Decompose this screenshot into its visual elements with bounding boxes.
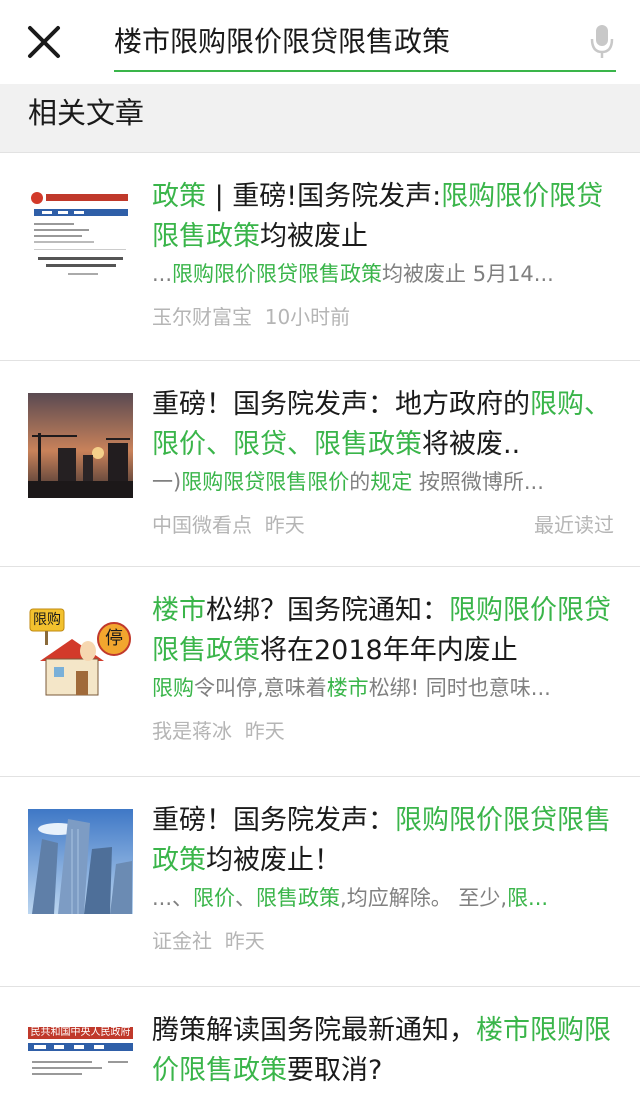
- text-segment: 、: [235, 886, 257, 910]
- text-segment: 重磅！国务院发声：地方政府的: [152, 389, 530, 420]
- highlighted-text: 限购限贷限售限价: [181, 470, 350, 494]
- thumb-sign-text: 限购: [33, 612, 61, 628]
- text-segment: ,均应解除。 至少,: [340, 886, 508, 910]
- list-item[interactable]: 重磅！国务院发声：限购限价限贷限售政策均被废止！ ...、限价、限售政策,均应解…: [0, 776, 640, 987]
- microphone-icon[interactable]: [590, 24, 614, 60]
- highlighted-text: 限...: [507, 886, 549, 910]
- highlighted-text: 楼市: [152, 595, 206, 626]
- text-segment: 重磅！国务院发声：: [152, 805, 395, 836]
- article-title[interactable]: 腾策解读国务院最新通知，楼市限购限价限售政策要取消?: [152, 1011, 614, 1091]
- article-title[interactable]: 楼市松绑？国务院通知：限购限价限贷限售政策将在2018年年内废止: [152, 591, 614, 671]
- thumb-banner-text: 民共和国中央人民政府: [30, 1027, 131, 1038]
- text-segment: 将被废..: [422, 429, 521, 460]
- text-segment: ...、: [152, 886, 194, 910]
- article-thumbnail: 民共和国中央人民政府: [28, 1019, 133, 1094]
- highlighted-text: 政策: [152, 181, 206, 212]
- text-segment: ...: [152, 262, 173, 286]
- text-segment: 均被废止！: [206, 845, 341, 876]
- section-title: 相关文章: [28, 96, 145, 130]
- article-time: 10小时前: [264, 305, 351, 329]
- list-item[interactable]: 重磅！国务院发声：地方政府的限购、限价、限贷、限售政策将被废.. 一)限购限贷限…: [0, 360, 640, 567]
- article-source: 我是蒋冰: [152, 719, 232, 743]
- article-title[interactable]: 政策 | 重磅!国务院发声:限购限价限贷限售政策均被废止: [152, 177, 614, 257]
- text-segment: 均被废止 5月14...: [382, 262, 554, 286]
- article-thumbnail: 限购 停: [28, 599, 133, 704]
- article-thumbnail: [28, 809, 133, 914]
- highlighted-text: 限购: [152, 676, 194, 700]
- article-snippet: ...、限价、限售政策,均应解除。 至少,限...: [152, 883, 610, 913]
- highlighted-text: 规定: [370, 470, 413, 494]
- text-segment: 按照微博所...: [412, 470, 544, 494]
- article-snippet: 限购令叫停,意味着楼市松绑! 同时也意味...: [152, 673, 610, 703]
- highlighted-text: 限价: [193, 886, 236, 910]
- article-title[interactable]: 重磅！国务院发声：地方政府的限购、限价、限贷、限售政策将被废..: [152, 385, 614, 465]
- article-source: 证金社: [152, 929, 212, 953]
- article-meta: 中国微看点 昨天 最近读过: [152, 511, 614, 539]
- article-meta: 我是蒋冰 昨天: [152, 717, 614, 745]
- close-icon[interactable]: [22, 20, 66, 64]
- highlighted-text: 限售政策: [256, 886, 341, 910]
- search-field[interactable]: [114, 14, 616, 72]
- article-source: 中国微看点: [152, 513, 252, 537]
- article-snippet: 一)限购限贷限售限价的规定 按照微博所...: [152, 467, 610, 497]
- text-segment: 松绑？国务院通知：: [206, 595, 449, 626]
- text-segment: 将在2018年年内废止: [260, 635, 518, 666]
- text-segment: 松绑! 同时也意味...: [368, 676, 551, 700]
- text-segment: 一): [152, 470, 182, 494]
- text-segment: 的: [349, 470, 371, 494]
- article-source: 玉尔财富宝: [152, 305, 252, 329]
- search-header: [0, 0, 640, 84]
- text-segment: | 重磅!国务院发声:: [206, 181, 442, 212]
- article-time: 昨天: [224, 929, 265, 953]
- thumb-stop-text: 停: [105, 628, 123, 649]
- article-thumbnail: [28, 393, 133, 498]
- article-time: 昨天: [244, 719, 285, 743]
- text-segment: 要取消?: [287, 1055, 383, 1086]
- article-title[interactable]: 重磅！国务院发声：限购限价限贷限售政策均被废止！: [152, 801, 614, 881]
- article-meta: 玉尔财富宝 10小时前: [152, 303, 614, 331]
- text-segment: 腾策解读国务院最新通知，: [152, 1015, 476, 1046]
- text-segment: 令叫停,意味着: [194, 676, 327, 700]
- read-status: 最近读过: [534, 513, 614, 537]
- article-time: 昨天: [264, 513, 305, 537]
- article-thumbnail: [28, 185, 133, 290]
- text-segment: 均被废止: [260, 221, 368, 252]
- list-item[interactable]: 政策 | 重磅!国务院发声: 限购限价限贷限售政策 均被废止 ...限购限价限贷限售…: [0, 152, 640, 361]
- highlighted-text: 楼市: [326, 676, 369, 700]
- search-input[interactable]: [114, 20, 574, 60]
- list-item[interactable]: 限购 停 楼市松绑？国务院通知：限购限价限贷限售政策将在2018年年内废止 限购…: [0, 566, 640, 777]
- list-item[interactable]: 民共和国中央人民政府 腾策解读国务院最新通知，楼市限购限价限售政策要取消?: [0, 986, 640, 1094]
- article-snippet: ...限购限价限贷限售政策均被废止 5月14...: [152, 259, 610, 289]
- highlighted-text: 限购限价限贷限售政策: [172, 262, 383, 286]
- article-meta: 证金社 昨天: [152, 927, 614, 955]
